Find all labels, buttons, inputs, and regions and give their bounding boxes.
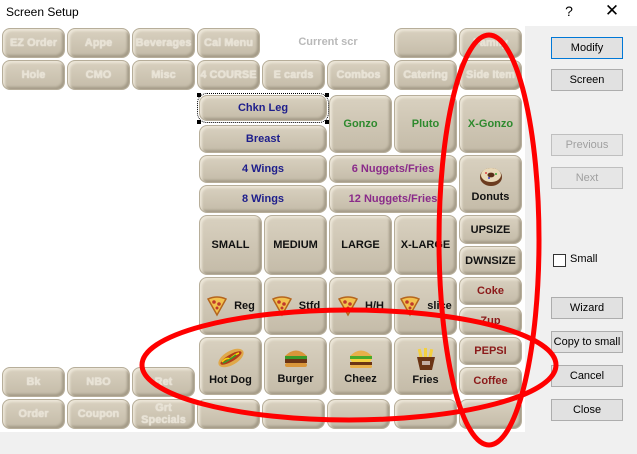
- window-title: Screen Setup: [6, 5, 79, 19]
- donut-icon: [479, 167, 502, 186]
- cancel-button[interactable]: Cancel: [551, 365, 623, 387]
- medium-size-button[interactable]: MEDIUM: [264, 215, 327, 275]
- close-icon[interactable]: ✕: [596, 1, 628, 25]
- burger-label: Burger: [277, 373, 314, 385]
- copy-to-small-button[interactable]: Copy to small: [551, 331, 623, 353]
- fries-button[interactable]: Fries: [394, 337, 457, 395]
- modify-button[interactable]: Modify: [551, 37, 623, 59]
- hot-dog-label: Hot Dog: [209, 374, 252, 386]
- x-gonzo-button[interactable]: X-Gonzo: [459, 95, 522, 153]
- eight-wings-button[interactable]: 8 Wings: [199, 185, 327, 213]
- ghost-button[interactable]: [327, 399, 390, 429]
- ghost-button[interactable]: Ret: [132, 367, 195, 397]
- ghost-button[interactable]: Side Item: [459, 60, 522, 90]
- ghost-button[interactable]: Bk: [2, 367, 65, 397]
- current-screen-label: Current scr: [263, 26, 393, 58]
- burger-icon: [284, 350, 307, 367]
- wizard-button[interactable]: Wizard: [551, 297, 623, 319]
- four-wings-button[interactable]: 4 Wings: [199, 155, 327, 183]
- stfd-pizza-button[interactable]: Stfd: [264, 277, 327, 335]
- ghost-button[interactable]: EZ Order: [2, 28, 65, 58]
- ghost-button[interactable]: Hole: [2, 60, 65, 90]
- chkn-leg-button[interactable]: Chkn Leg: [197, 93, 329, 123]
- reg-label: Reg: [234, 300, 255, 312]
- cheez-button[interactable]: Cheez: [329, 337, 392, 395]
- burger-button[interactable]: Burger: [264, 337, 327, 395]
- cheez-label: Cheez: [344, 373, 377, 385]
- ghost-button[interactable]: [394, 28, 457, 58]
- slice-pizza-button[interactable]: slice: [394, 277, 457, 335]
- reg-pizza-button[interactable]: Reg: [199, 277, 262, 335]
- help-icon[interactable]: ?: [556, 3, 582, 23]
- coke-button[interactable]: Coke: [459, 277, 522, 305]
- fries-label: Fries: [412, 373, 439, 386]
- slice-label: slice: [427, 300, 452, 312]
- pizza-slice-icon: [337, 296, 359, 317]
- pepsi-button[interactable]: PEPSI: [459, 337, 522, 365]
- coffee-button[interactable]: Coffee: [459, 367, 522, 395]
- upsize-button[interactable]: UPSIZE: [459, 215, 522, 244]
- ghost-button[interactable]: Misc: [132, 60, 195, 90]
- hot-dog-icon: [217, 348, 244, 368]
- x-large-size-button[interactable]: X-LARGE: [394, 215, 457, 275]
- six-nuggets-button[interactable]: 6 Nuggets/Fries: [329, 155, 457, 183]
- selection-handle[interactable]: [197, 120, 201, 124]
- ghost-button[interactable]: [394, 399, 457, 429]
- ghost-button[interactable]: 4 COURSE: [197, 60, 260, 90]
- ghost-button[interactable]: [262, 399, 325, 429]
- next-button[interactable]: Next: [551, 167, 623, 189]
- pizza-slice-icon: [207, 296, 228, 317]
- zup-button[interactable]: Zup: [459, 307, 522, 335]
- ghost-button[interactable]: [197, 399, 260, 429]
- twelve-nuggets-button[interactable]: 12 Nuggets/Fries: [329, 185, 457, 213]
- hh-label: H/H: [365, 300, 384, 312]
- ghost-button[interactable]: Catering: [394, 60, 457, 90]
- small-checkbox[interactable]: [553, 254, 566, 267]
- hh-pizza-button[interactable]: H/H: [329, 277, 392, 335]
- screen-button[interactable]: Screen: [551, 69, 623, 91]
- hot-dog-button[interactable]: Hot Dog: [199, 337, 262, 395]
- screen-setup-window: Screen Setup ? ✕ EZ Order Appe Beverages…: [0, 0, 637, 454]
- ghost-button[interactable]: E cards: [262, 60, 325, 90]
- ghost-button[interactable]: Cal Menu: [197, 28, 260, 58]
- donuts-label: Donuts: [471, 190, 510, 203]
- gonzo-button[interactable]: Gonzo: [329, 95, 392, 153]
- small-size-button[interactable]: SMALL: [199, 215, 262, 275]
- ghost-button[interactable]: Grt Specials: [132, 399, 195, 429]
- cheeseburger-icon: [349, 350, 372, 368]
- ghost-button[interactable]: Combos: [327, 60, 390, 90]
- ghost-button[interactable]: NBO: [67, 367, 130, 397]
- previous-button[interactable]: Previous: [551, 134, 623, 156]
- pizza-slice-icon: [271, 296, 292, 317]
- breast-button[interactable]: Breast: [199, 125, 327, 153]
- small-checkbox-label: Small: [570, 253, 598, 265]
- stfd-label: Stfd: [298, 300, 321, 312]
- ghost-button[interactable]: Family: [459, 28, 522, 58]
- ghost-button[interactable]: Coupon: [67, 399, 130, 429]
- pluto-button[interactable]: Pluto: [394, 95, 457, 153]
- ghost-button[interactable]: Appe: [67, 28, 130, 58]
- donuts-button[interactable]: Donuts: [459, 155, 522, 213]
- pizza-slice-icon: [400, 296, 421, 317]
- title-bar: Screen Setup ? ✕: [0, 0, 637, 26]
- fries-icon: [416, 347, 435, 370]
- selection-handle[interactable]: [197, 93, 201, 97]
- ghost-button[interactable]: [459, 399, 522, 429]
- ghost-button[interactable]: CMO: [67, 60, 130, 90]
- ghost-button[interactable]: Beverages: [132, 28, 195, 58]
- close-button[interactable]: Close: [551, 399, 623, 421]
- ghost-button[interactable]: Order: [2, 399, 65, 429]
- large-size-button[interactable]: LARGE: [329, 215, 392, 275]
- selection-handle[interactable]: [325, 93, 329, 97]
- dwnsize-button[interactable]: DWNSIZE: [459, 246, 522, 275]
